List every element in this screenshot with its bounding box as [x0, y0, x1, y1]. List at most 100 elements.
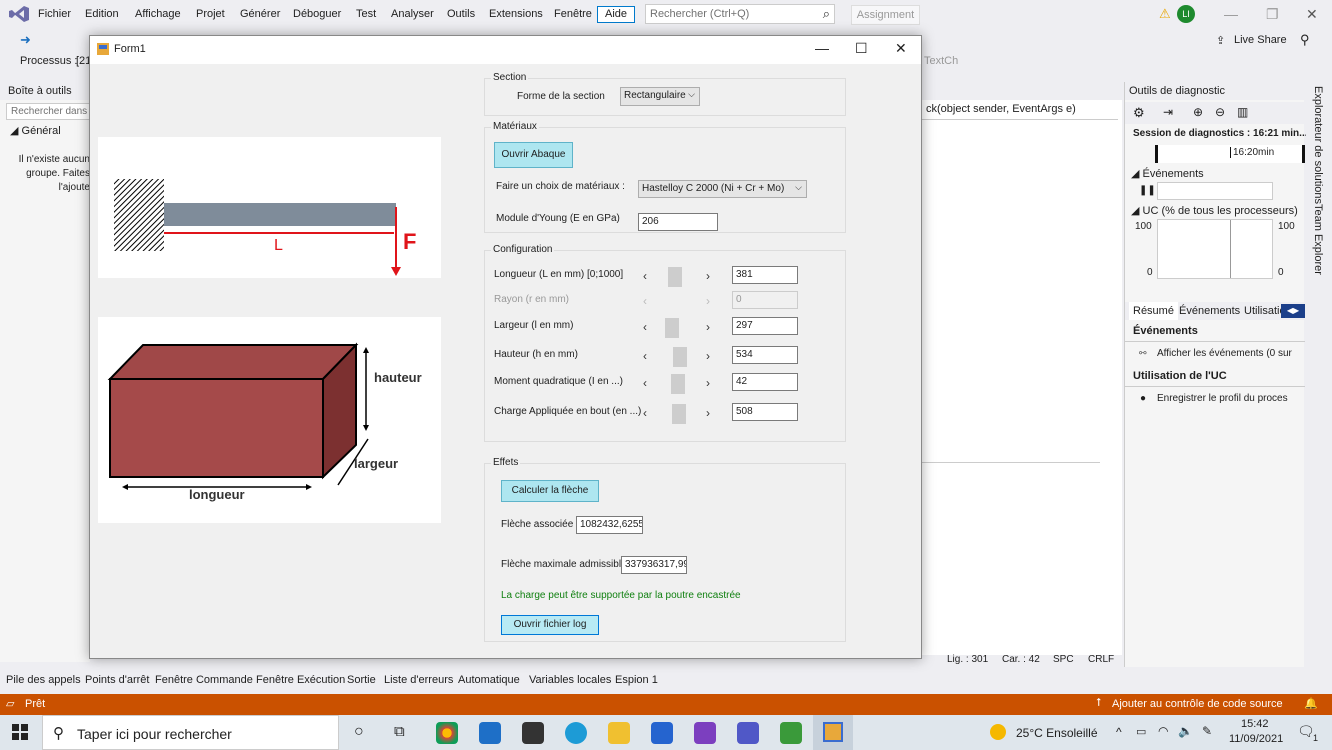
feedback-icon[interactable]: ⚲	[1300, 32, 1310, 48]
tab-call-stack[interactable]: Pile des appels	[6, 674, 81, 686]
menu-analyser[interactable]: Analyser	[391, 8, 434, 20]
scroll-left-icon[interactable]: ‹	[643, 406, 647, 420]
minimize-icon[interactable]: —	[1224, 6, 1238, 22]
store-icon[interactable]	[522, 722, 544, 744]
menu-fenetre[interactable]: Fenêtre	[554, 8, 592, 20]
tab-command[interactable]: Fenêtre Commande	[155, 674, 253, 686]
taskbar-search-input[interactable]: ⚲ Taper ici pour rechercher	[42, 715, 339, 750]
app-icon[interactable]	[780, 722, 802, 744]
scroll-thumb[interactable]	[673, 347, 688, 367]
config-row-field[interactable]: 297	[732, 317, 798, 335]
weather-text[interactable]: 25°C Ensoleillé	[1016, 726, 1098, 740]
scroll-thumb[interactable]	[667, 267, 682, 287]
restore-icon[interactable]: ❐	[1266, 6, 1279, 23]
tab-utilisation[interactable]: Utilisatio	[1244, 305, 1282, 317]
config-row-scrollbar[interactable]: ‹ ›	[640, 347, 718, 367]
open-abaque-button[interactable]: Ouvrir Abaque	[494, 142, 573, 168]
assignment-button[interactable]: Assignment	[851, 5, 920, 25]
teams-icon[interactable]	[737, 722, 759, 744]
menu-edition[interactable]: Edition	[85, 8, 119, 20]
chrome-icon[interactable]	[436, 722, 458, 744]
mail-icon[interactable]	[479, 722, 501, 744]
scroll-left-icon[interactable]: ‹	[643, 320, 647, 334]
live-share-icon[interactable]: ⇪	[1216, 34, 1225, 47]
config-row-field[interactable]: 42	[732, 373, 798, 391]
tab-breakpoints[interactable]: Points d'arrêt	[85, 674, 149, 686]
scroll-right-icon[interactable]: ›	[706, 349, 710, 363]
source-control-button[interactable]: Ajouter au contrôle de code source	[1112, 698, 1283, 710]
scroll-right-icon[interactable]: ›	[706, 269, 710, 283]
edge-icon[interactable]	[565, 722, 587, 744]
open-log-button[interactable]: Ouvrir fichier log	[501, 615, 599, 635]
windows-start-icon[interactable]	[12, 724, 28, 740]
notification-bell-icon[interactable]: 🔔	[1304, 697, 1318, 710]
tab-output[interactable]: Sortie	[347, 674, 376, 686]
timeline[interactable]: 16:20min	[1155, 145, 1305, 163]
menu-generer[interactable]: Générer	[240, 8, 280, 20]
max-deflection-field[interactable]: 337936317,99	[621, 556, 687, 574]
cortana-icon[interactable]: ○	[354, 723, 364, 741]
menu-fichier[interactable]: Fichier	[38, 8, 71, 20]
toolbox-search-input[interactable]: Rechercher dans	[6, 103, 90, 120]
scroll-thumb[interactable]	[672, 404, 687, 424]
tab-autos[interactable]: Automatique	[458, 674, 520, 686]
team-explorer-tab[interactable]: Team Explorer	[1312, 204, 1324, 275]
tab-resume[interactable]: Résumé	[1129, 302, 1178, 320]
menu-extensions[interactable]: Extensions	[489, 8, 543, 20]
tab-error-list[interactable]: Liste d'erreurs	[384, 674, 453, 686]
scroll-thumb[interactable]	[664, 318, 679, 338]
scroll-right-icon[interactable]: ›	[706, 406, 710, 420]
wifi-icon[interactable]: ◠	[1158, 724, 1168, 738]
tabs-scroll-icon[interactable]: ◀▶	[1281, 304, 1305, 318]
clock-date[interactable]: 11/09/2021	[1229, 733, 1283, 745]
visual-studio-logo-icon[interactable]	[8, 5, 30, 23]
material-select[interactable]: Hastelloy C 2000 (Ni + Cr + Mo) ⌵	[638, 180, 807, 198]
scroll-right-icon[interactable]: ›	[706, 320, 710, 334]
compute-deflection-button[interactable]: Calculer la flèche	[501, 480, 599, 502]
scroll-thumb[interactable]	[671, 374, 686, 394]
form-close-icon[interactable]: ✕	[895, 40, 907, 57]
battery-icon[interactable]: ▭	[1136, 725, 1146, 738]
weather-icon[interactable]	[990, 724, 1006, 740]
visual-studio-taskbar-icon[interactable]	[694, 722, 716, 744]
associated-deflection-field[interactable]: 1082432,6255	[576, 516, 643, 534]
toolbox-group-general[interactable]: ◢ Général	[10, 124, 61, 137]
code-member-dropdown[interactable]: ck(object sender, EventArgs e)	[922, 100, 1118, 120]
textchanged-chip[interactable]: TextCh	[924, 55, 958, 67]
config-row-field[interactable]: 508	[732, 403, 798, 421]
menu-outils[interactable]: Outils	[447, 8, 475, 20]
scroll-left-icon[interactable]: ‹	[643, 269, 647, 283]
config-row-scrollbar[interactable]: ‹ ›	[640, 267, 718, 287]
scroll-left-icon[interactable]: ‹	[643, 349, 647, 363]
tab-locals[interactable]: Variables locales	[529, 674, 611, 686]
todo-icon[interactable]	[651, 722, 673, 744]
close-icon[interactable]: ✕	[1306, 6, 1318, 23]
chart-icon[interactable]: ▥	[1237, 105, 1248, 119]
menu-deboguer[interactable]: Déboguer	[293, 8, 341, 20]
config-row-scrollbar[interactable]: ‹ ›	[640, 404, 718, 424]
menu-projet[interactable]: Projet	[196, 8, 225, 20]
settings-icon[interactable]: ⚙	[1133, 105, 1145, 121]
events-section-toggle[interactable]: ◢ Événements	[1131, 167, 1204, 180]
config-row-field[interactable]: 381	[732, 266, 798, 284]
file-explorer-icon[interactable]	[608, 722, 630, 744]
code-editor[interactable]	[922, 100, 1122, 655]
clock-time[interactable]: 15:42	[1241, 718, 1269, 730]
shape-select[interactable]: Rectangulaire ⌵	[620, 87, 700, 106]
search-input[interactable]: Rechercher (Ctrl+Q) ⌕	[645, 4, 835, 24]
config-row-field[interactable]: 534	[732, 346, 798, 364]
form-maximize-icon[interactable]: ☐	[855, 40, 868, 57]
tab-execution[interactable]: Fenêtre Exécution	[256, 674, 345, 686]
cpu-section-toggle[interactable]: ◢ UC (% de tous les processeurs)	[1131, 204, 1298, 217]
pause-icon[interactable]: ❚❚	[1139, 185, 1156, 196]
task-view-icon[interactable]: ⧉	[394, 723, 405, 740]
solution-explorer-tab[interactable]: Explorateur de solutions	[1312, 86, 1324, 204]
volume-icon[interactable]: 🔈	[1178, 724, 1193, 738]
user-avatar[interactable]: LI	[1177, 5, 1195, 23]
config-row-scrollbar[interactable]: ‹ ›	[640, 374, 718, 394]
config-row-scrollbar[interactable]: ‹ ›	[640, 318, 718, 338]
zoom-out-icon[interactable]: ⊖	[1215, 105, 1225, 119]
menu-affichage[interactable]: Affichage	[135, 8, 181, 20]
tab-evenements[interactable]: Événements	[1179, 305, 1240, 317]
export-icon[interactable]: ⇥	[1163, 105, 1173, 119]
